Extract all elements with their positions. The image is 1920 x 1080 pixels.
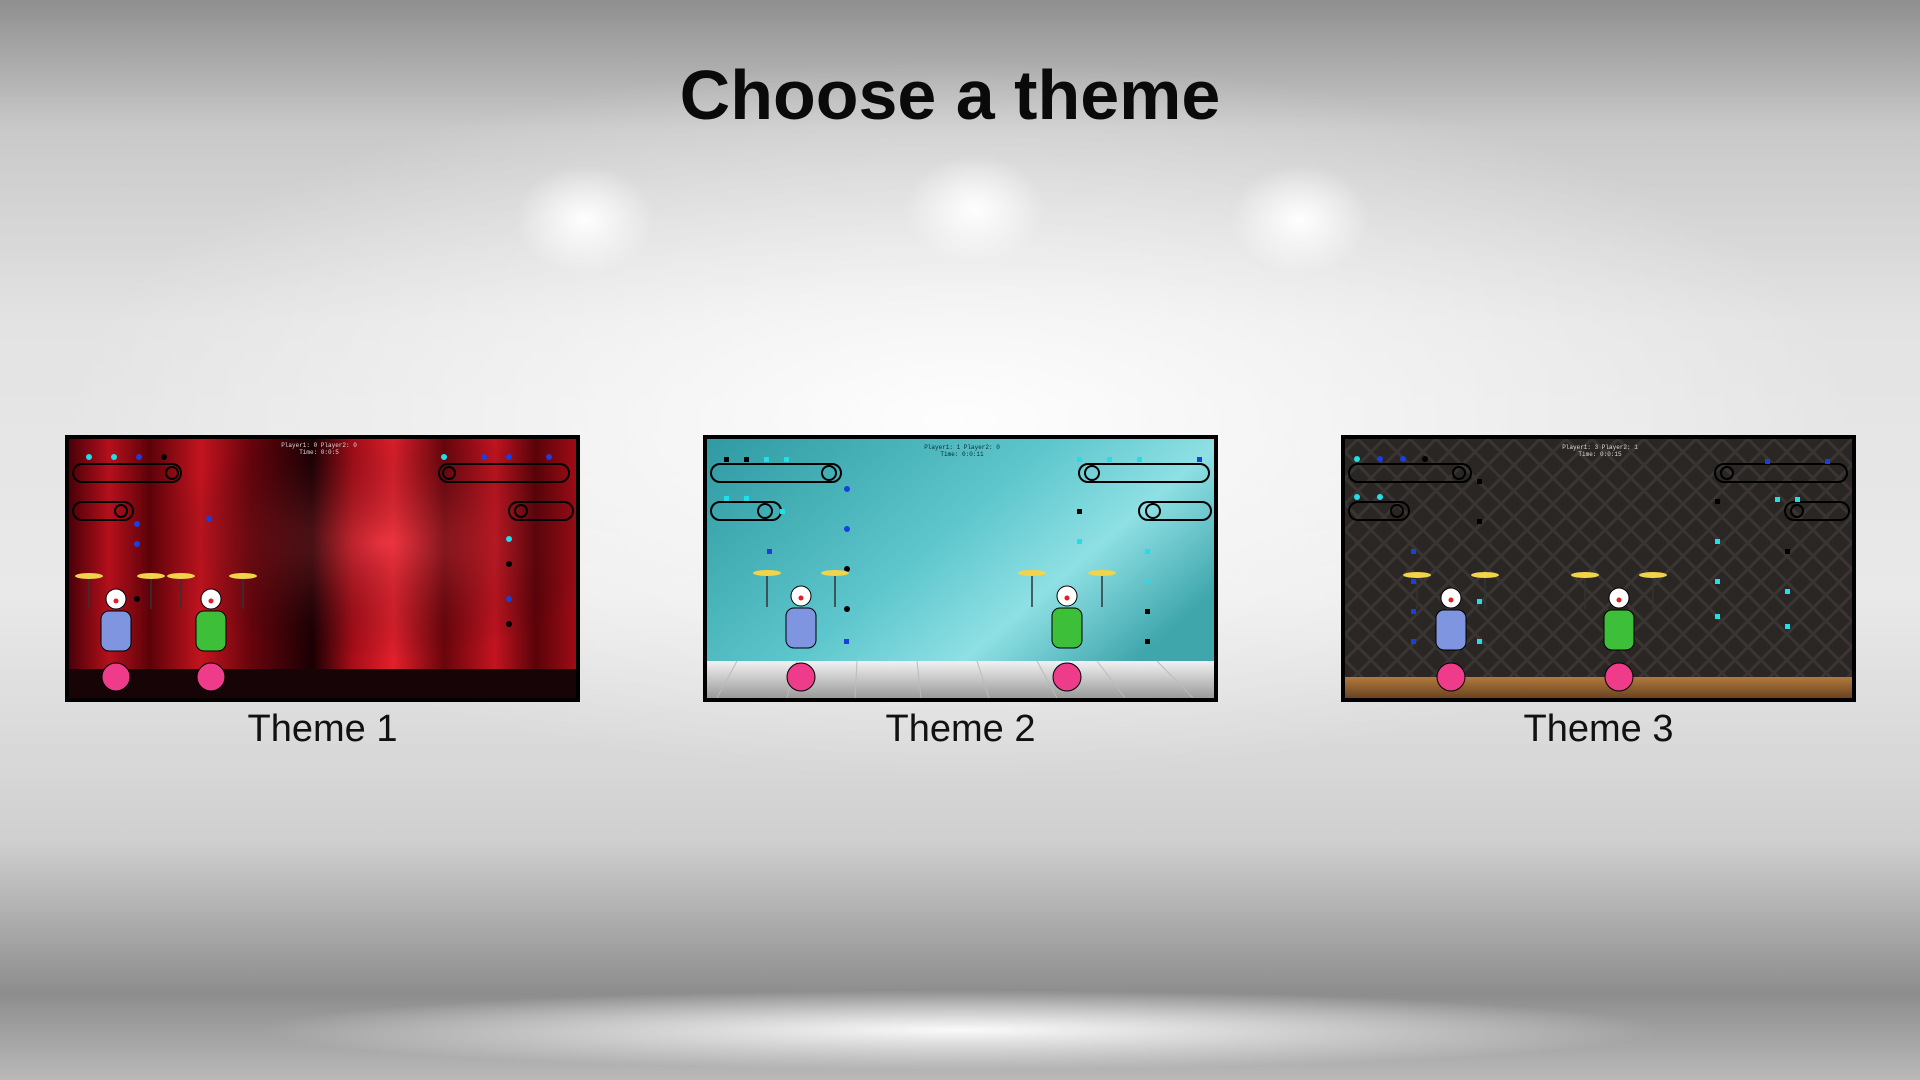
theme-3-preview[interactable]: Player1: 3 Player2: 1 Time: 0:0:15 xyxy=(1341,435,1856,702)
theme-card-1[interactable]: Player1: 0 Player2: 0 Time: 0:0:5 Theme … xyxy=(65,435,580,751)
page-title: Choose a theme xyxy=(679,56,1221,134)
hud-scores: Player1: 3 Player2: 1 xyxy=(1562,444,1638,451)
theme-3-preview-image: Player1: 3 Player2: 1 Time: 0:0:15 xyxy=(1345,439,1852,698)
theme-1-preview[interactable]: Player1: 0 Player2: 0 Time: 0:0:5 xyxy=(65,435,580,702)
theme-1-preview-image: Player1: 0 Player2: 0 Time: 0:0:5 xyxy=(69,439,576,698)
hud-scores: Player1: 0 Player2: 0 xyxy=(281,442,357,449)
theme-2-preview-image: Player1: 1 Player2: 0 Time: 0:0:11 xyxy=(707,439,1214,698)
theme-2-label[interactable]: Theme 2 xyxy=(703,708,1218,751)
theme-3-label[interactable]: Theme 3 xyxy=(1341,708,1856,751)
hud-time: Time: 0:0:15 xyxy=(1578,451,1622,458)
hud-time: Time: 0:0:5 xyxy=(299,449,339,456)
theme-card-2[interactable]: Player1: 1 Player2: 0 Time: 0:0:11 Theme… xyxy=(703,435,1218,751)
theme-selection-screen: Choose a theme Player1: 0 Player2: 0 Tim… xyxy=(0,0,1920,1080)
theme-card-3[interactable]: Player1: 3 Player2: 1 Time: 0:0:15 Theme… xyxy=(1341,435,1856,751)
hud-scores: Player1: 1 Player2: 0 xyxy=(924,444,1000,451)
theme-1-label[interactable]: Theme 1 xyxy=(65,708,580,751)
theme-2-preview[interactable]: Player1: 1 Player2: 0 Time: 0:0:11 xyxy=(703,435,1218,702)
hud-time: Time: 0:0:11 xyxy=(940,451,984,458)
